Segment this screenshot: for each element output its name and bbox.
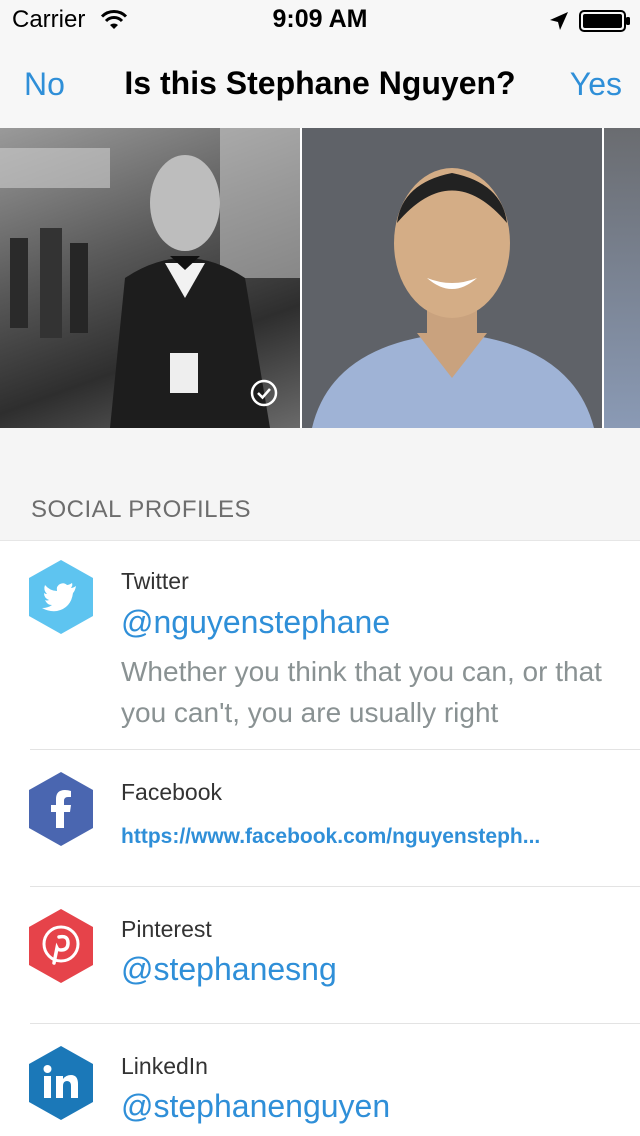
status-bar: Carrier 9:09 AM	[0, 0, 640, 40]
page-title: Is this Stephane Nguyen?	[124, 65, 516, 101]
profile-row-linkedin[interactable]: LinkedIn @stephanenguyen	[0, 1024, 640, 1136]
profile-network-label: Pinterest	[121, 916, 212, 942]
section-title: SOCIAL PROFILES	[31, 496, 252, 523]
profile-row-pinterest[interactable]: Pinterest @stephanesng	[0, 887, 640, 1023]
yes-button[interactable]: Yes	[570, 66, 622, 103]
profile-row-twitter[interactable]: Twitter @nguyenstephane Whether you thin…	[0, 540, 640, 750]
linkedin-in-icon	[29, 1046, 93, 1120]
profile-bio: Whether you think that you can, or that …	[121, 656, 602, 728]
profile-network-label: Facebook	[121, 779, 223, 805]
profile-network-label: Twitter	[121, 568, 189, 594]
status-time: 9:09 AM	[272, 5, 368, 33]
profile-handle-link[interactable]: @stephanesng	[121, 951, 337, 988]
profile-url-link[interactable]: https://www.facebook.com/nguyensteph...	[121, 825, 621, 849]
battery-icon	[579, 10, 630, 32]
photo-partial[interactable]	[604, 128, 640, 428]
facebook-f-icon	[29, 772, 93, 846]
section-header: SOCIAL PROFILES	[0, 428, 640, 541]
profile-handle-link[interactable]: @nguyenstephane	[121, 604, 390, 641]
pinterest-p-icon	[29, 909, 93, 983]
photo-golden-globe[interactable]	[0, 128, 300, 428]
photo-portrait-art	[302, 128, 602, 428]
check-circle-icon	[250, 379, 278, 407]
location-arrow-icon	[550, 12, 568, 30]
photo-portrait[interactable]	[302, 128, 602, 428]
twitter-bird-icon	[29, 560, 93, 634]
photo-carousel[interactable]	[0, 128, 640, 428]
profile-network-label: LinkedIn	[121, 1053, 208, 1079]
profile-row-facebook[interactable]: Facebook https://www.facebook.com/nguyen…	[0, 750, 640, 886]
profile-handle-link[interactable]: @stephanenguyen	[121, 1088, 390, 1125]
navigation-bar: No Is this Stephane Nguyen? Yes	[0, 40, 640, 128]
